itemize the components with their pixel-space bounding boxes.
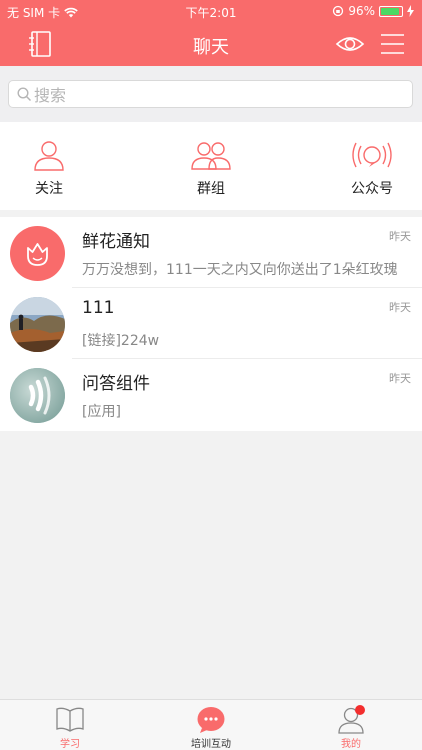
rotation-lock-icon — [333, 5, 344, 17]
nav-bar: 聊天 — [0, 22, 422, 66]
conversation-time: 昨天 — [389, 301, 411, 314]
quick-group[interactable]: 群组 — [156, 122, 266, 210]
tab-training[interactable]: 培训互动 — [151, 700, 271, 750]
sound-wave-icon — [10, 368, 65, 423]
quick-follow[interactable]: 关注 — [0, 122, 104, 210]
conversation-preview: [应用] — [82, 404, 121, 420]
conversation-preview: 万万没想到，111一天之内又向你送出了1朵红玫瑰 — [82, 262, 398, 278]
quick-official-account[interactable]: 公众号 — [317, 122, 422, 210]
search-input[interactable]: 搜索 — [8, 80, 413, 108]
charging-icon — [407, 5, 414, 17]
avatar — [10, 297, 65, 352]
notification-badge — [355, 705, 365, 715]
conversation-title: 问答组件 — [82, 374, 150, 394]
search-placeholder: 搜索 — [34, 86, 67, 105]
battery-icon — [379, 5, 403, 17]
conversation-title: 鲜花通知 — [82, 232, 150, 252]
quick-group-label: 群组 — [197, 181, 225, 197]
search-section: 搜索 — [0, 66, 422, 122]
conversation-time: 昨天 — [389, 372, 411, 385]
avatar — [10, 368, 65, 423]
conversation-list: 鲜花通知 万万没想到，111一天之内又向你送出了1朵红玫瑰 昨天 111 [链接… — [0, 217, 422, 431]
tab-training-label: 培训互动 — [191, 739, 231, 750]
tab-mine-label: 我的 — [341, 739, 361, 750]
eye-icon[interactable] — [335, 30, 365, 58]
tab-mine[interactable]: 我的 — [291, 700, 411, 750]
list-item[interactable]: 问答组件 [应用] 昨天 — [0, 359, 422, 430]
book-icon — [56, 707, 84, 732]
rose-icon — [27, 243, 48, 266]
user-photo — [10, 297, 65, 352]
avatar — [10, 226, 65, 281]
quick-official-account-label: 公众号 — [351, 181, 393, 197]
conversation-preview: [链接]224w — [82, 333, 160, 349]
conversation-time: 昨天 — [389, 230, 411, 243]
header: 无 SIM 卡 下午2:01 96% 聊天 — [0, 0, 422, 66]
conversation-title: 111 — [82, 298, 115, 318]
group-icon — [191, 142, 231, 170]
person-icon — [34, 141, 64, 171]
list-item[interactable]: 111 [链接]224w 昨天 — [0, 288, 422, 359]
tab-study-label: 学习 — [60, 739, 80, 750]
broadcast-icon — [352, 142, 392, 168]
menu-icon[interactable] — [378, 30, 408, 58]
tab-study[interactable]: 学习 — [10, 700, 130, 750]
chat-bubble-icon — [197, 707, 225, 733]
quick-follow-label: 关注 — [35, 181, 63, 197]
list-item[interactable]: 鲜花通知 万万没想到，111一天之内又向你送出了1朵红玫瑰 昨天 — [0, 217, 422, 288]
search-icon — [17, 86, 32, 101]
battery-percent: 96% — [348, 4, 375, 18]
status-bar: 无 SIM 卡 下午2:01 96% — [0, 0, 422, 22]
quick-actions: 关注 群组 公众号 — [0, 122, 422, 210]
